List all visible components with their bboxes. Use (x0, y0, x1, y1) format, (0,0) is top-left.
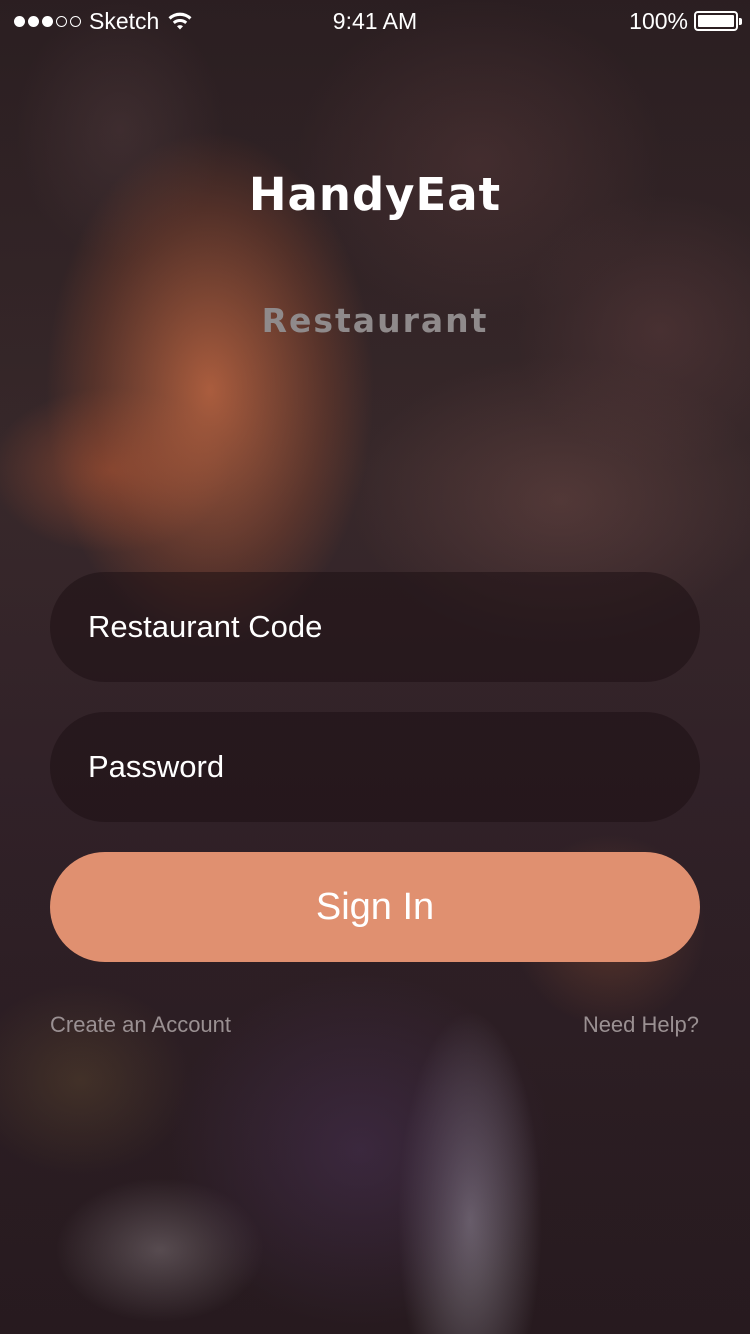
sign-in-button[interactable]: Sign In (50, 852, 700, 962)
status-bar: Sketch 9:41 AM 100% (0, 0, 750, 40)
password-field[interactable] (50, 712, 700, 822)
app-title: HandyEat (248, 168, 502, 221)
password-input[interactable] (88, 749, 662, 785)
app-subtitle: Restaurant (261, 301, 489, 340)
battery-percentage: 100% (629, 8, 688, 34)
restaurant-code-input[interactable] (88, 609, 662, 645)
battery-icon (694, 11, 742, 31)
login-screen: Sketch 9:41 AM 100% HandyEat Restaurant … (0, 0, 750, 1334)
status-right: 100% (629, 8, 742, 34)
create-account-link[interactable]: Create an Account (50, 1012, 231, 1038)
need-help-link[interactable]: Need Help? (583, 1012, 699, 1038)
restaurant-code-field[interactable] (50, 572, 700, 682)
